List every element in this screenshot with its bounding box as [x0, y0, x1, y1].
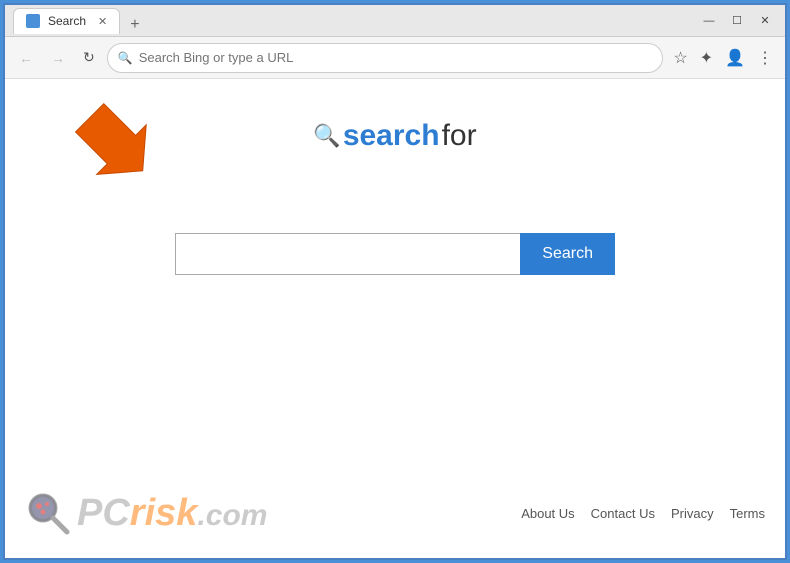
extensions-button[interactable]: ✦ — [696, 46, 717, 70]
maximize-button[interactable]: ☐ — [725, 12, 749, 30]
logo-area: 🔍 search for — [313, 119, 476, 153]
minimize-button[interactable]: — — [697, 12, 721, 30]
footer-area: PCrisk.com About Us Contact Us Privacy T… — [5, 478, 785, 558]
pcrisk-text: PCrisk.com — [77, 492, 267, 535]
logo-text-search: search — [343, 119, 440, 153]
about-us-link[interactable]: About Us — [521, 506, 574, 521]
refresh-button[interactable]: ↻ — [77, 45, 101, 70]
menu-button[interactable]: ⋮ — [753, 46, 777, 70]
terms-link[interactable]: Terms — [730, 506, 765, 521]
footer-links: About Us Contact Us Privacy Terms — [521, 506, 765, 521]
profile-button[interactable]: 👤 — [721, 46, 749, 70]
arrow-annotation — [65, 89, 185, 189]
tab-close-button[interactable]: ✕ — [98, 15, 107, 28]
tab-title: Search — [48, 14, 86, 28]
page-content: 🔍 search for Search — [5, 79, 785, 558]
address-search-icon: 🔍 — [118, 51, 133, 65]
tab-favicon — [26, 14, 40, 28]
back-button[interactable]: ← — [13, 46, 39, 70]
logo-search-icon: 🔍 — [313, 123, 340, 149]
tab-area: Search ✕ + — [13, 8, 697, 34]
dotcom-text: .com — [197, 499, 267, 532]
main-search-input[interactable] — [175, 233, 520, 275]
new-tab-button[interactable]: + — [124, 16, 145, 34]
window-controls: — ☐ ✕ — [697, 12, 777, 30]
privacy-link[interactable]: Privacy — [671, 506, 714, 521]
close-button[interactable]: ✕ — [753, 12, 777, 30]
logo-text-for: for — [442, 119, 477, 153]
browser-window: Search ✕ + — ☐ ✕ ← → ↻ 🔍 ☆ ✦ 👤 ⋮ — [3, 3, 787, 560]
contact-us-link[interactable]: Contact Us — [591, 506, 655, 521]
active-tab[interactable]: Search ✕ — [13, 8, 120, 34]
pc-text: PC — [77, 492, 130, 534]
search-container: Search — [175, 233, 615, 275]
search-button[interactable]: Search — [520, 233, 615, 275]
pcrisk-logo: PCrisk.com — [25, 490, 267, 536]
address-bar-wrapper[interactable]: 🔍 — [107, 43, 664, 73]
favorites-button[interactable]: ☆ — [669, 46, 691, 70]
toolbar-icons: ☆ ✦ 👤 ⋮ — [669, 46, 777, 70]
forward-button[interactable]: → — [45, 46, 71, 70]
address-bar[interactable] — [139, 50, 653, 65]
title-bar: Search ✕ + — ☐ ✕ — [5, 5, 785, 37]
risk-text: risk — [130, 492, 198, 534]
pcrisk-magnifier-icon — [25, 490, 71, 536]
nav-bar: ← → ↻ 🔍 ☆ ✦ 👤 ⋮ — [5, 37, 785, 79]
